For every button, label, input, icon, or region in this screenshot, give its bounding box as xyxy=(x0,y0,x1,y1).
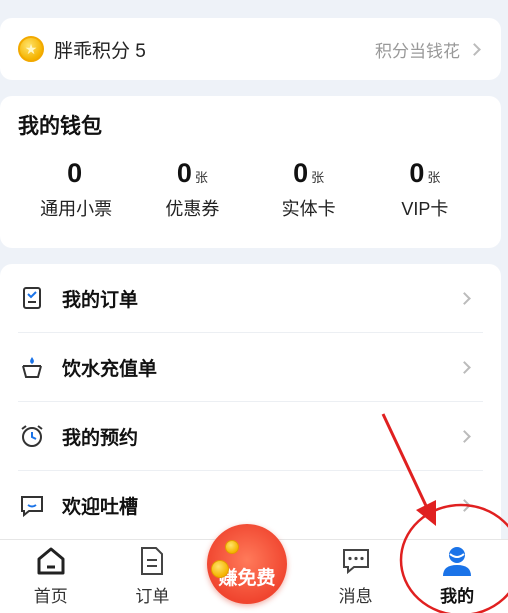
wallet-label: VIP卡 xyxy=(401,199,449,219)
wallet-label: 实体卡 xyxy=(281,199,336,219)
wallet-item-physical-card[interactable]: 0 张 实体卡 xyxy=(251,158,367,221)
points-card[interactable]: ★ 胖乖积分 5 积分当钱花 xyxy=(0,18,501,80)
points-coin-icon: ★ xyxy=(18,36,44,62)
menu-card: 我的订单 饮水充值单 我的预约 欢迎吐槽 xyxy=(0,264,501,554)
menu-label: 我的订单 xyxy=(62,289,139,311)
nav-item-profile[interactable]: 我的 xyxy=(406,540,508,613)
wallet-unit: 张 xyxy=(427,170,441,185)
nav-label: 消息 xyxy=(338,587,373,606)
menu-label: 欢迎吐槽 xyxy=(62,497,139,518)
nav-item-orders[interactable]: 订单 xyxy=(102,540,204,613)
points-link-text: 积分当钱花 xyxy=(375,41,460,61)
points-link[interactable]: 积分当钱花 xyxy=(375,37,481,62)
wallet-label: 优惠券 xyxy=(165,199,220,219)
feedback-chat-icon xyxy=(18,492,46,520)
order-list-icon xyxy=(18,284,46,312)
wallet-unit: 张 xyxy=(311,170,325,185)
profile-icon xyxy=(440,544,474,578)
menu-item-water-recharge[interactable]: 饮水充值单 xyxy=(18,333,483,402)
menu-label: 我的预约 xyxy=(62,427,139,449)
nav-label: 首页 xyxy=(33,587,68,606)
wallet-unit: 张 xyxy=(194,170,208,185)
chevron-right-icon xyxy=(458,291,471,305)
nav-item-messages[interactable]: 消息 xyxy=(305,540,407,613)
points-label: 胖乖积分 5 xyxy=(54,40,146,62)
menu-item-my-orders[interactable]: 我的订单 xyxy=(18,264,483,333)
wallet-row: 0 通用小票 0 张 优惠券 0 张 实体卡 0 张 VIP卡 xyxy=(18,158,483,221)
wallet-item-tickets[interactable]: 0 通用小票 xyxy=(18,158,134,221)
message-icon xyxy=(339,544,373,578)
chevron-right-icon xyxy=(458,429,471,443)
chevron-right-icon xyxy=(458,499,471,512)
menu-label: 饮水充值单 xyxy=(62,358,158,380)
chevron-right-icon xyxy=(468,42,481,56)
wallet-card: 我的钱包 0 通用小票 0 张 优惠券 0 张 实体卡 0 张 VIP卡 xyxy=(0,96,501,248)
wallet-title: 我的钱包 xyxy=(18,115,102,138)
nav-label: 我的 xyxy=(440,587,475,606)
order-icon xyxy=(135,544,169,578)
wallet-label: 通用小票 xyxy=(40,199,113,219)
earn-free-button[interactable]: 赚免费 xyxy=(207,524,287,604)
nav-item-home[interactable]: 首页 xyxy=(0,540,102,613)
chevron-right-icon xyxy=(458,360,471,374)
coin-icon xyxy=(211,560,229,578)
wallet-item-vip-card[interactable]: 0 张 VIP卡 xyxy=(367,158,483,221)
menu-item-reservations[interactable]: 我的预约 xyxy=(18,402,483,471)
water-cup-icon xyxy=(18,353,46,381)
nav-label: 订单 xyxy=(135,587,170,606)
wallet-value: 0 xyxy=(67,158,83,188)
wallet-value: 0 xyxy=(409,158,425,188)
coin-icon xyxy=(225,540,239,554)
wallet-value: 0 xyxy=(176,158,192,188)
home-icon xyxy=(34,544,68,578)
alarm-clock-icon xyxy=(18,422,46,450)
wallet-item-coupons[interactable]: 0 张 优惠券 xyxy=(134,158,250,221)
wallet-value: 0 xyxy=(293,158,309,188)
